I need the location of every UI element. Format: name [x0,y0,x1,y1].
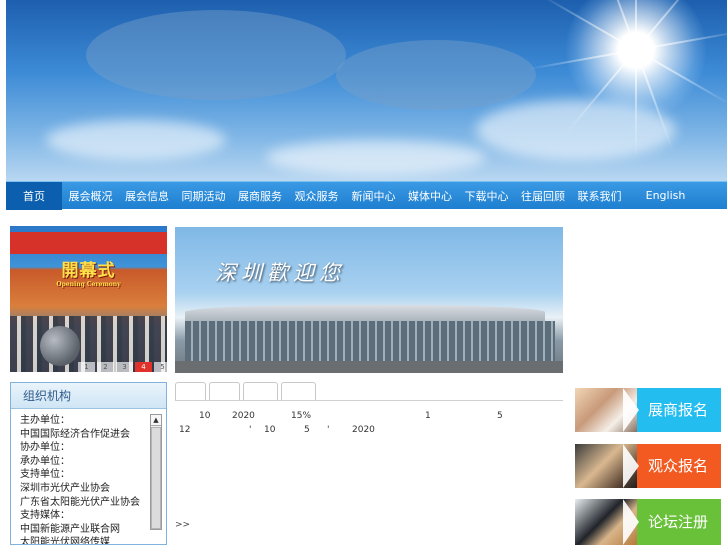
news-line-1: 10 2020 15% 1 5 [179,409,559,423]
nav-item-visitor-services[interactable]: 观众服务 [288,182,345,210]
slideshow-image[interactable]: 開幕式 Opening Ceremony [10,226,167,372]
organization-list: 主办单位： 中国国际经济合作促进会 协办单位： 承办单位： 支持单位： 深圳市光… [20,414,150,545]
map-landmass [336,40,536,110]
globe-sculpture [40,326,80,366]
news-value: 2020 [232,411,255,421]
more-link[interactable]: >> [175,520,190,530]
tab-divider [175,400,563,401]
nav-item-contact[interactable]: 联系我们 [571,182,628,210]
forum-register-button[interactable]: 论坛注册 [575,499,721,545]
list-item: 承办单位： [20,455,70,467]
news-value: ' [327,425,330,435]
nav-item-review[interactable]: 往届回顾 [515,182,571,210]
list-item: 协办单位： [20,442,70,454]
venue-facade [185,321,555,361]
cloud [266,140,486,175]
news-summary: 10 2020 15% 1 5 12 ' 10 5 ' 2020 [179,409,559,437]
exhibitor-register-label: 展商报名 [647,401,708,419]
news-value: 15% [291,411,312,421]
scroll-up-icon[interactable]: ▲ [151,415,161,426]
news-value: ' [249,425,252,435]
list-item: 主办单位： [20,415,70,426]
news-line-2: 12 ' 10 5 ' 2020 [179,423,559,437]
nav-item-home[interactable]: 首页 [6,181,62,210]
list-item: 中国新能源产业联合网 [20,523,120,535]
nav-item-events[interactable]: 同期活动 [175,182,232,210]
venue-ground [175,361,563,373]
list-item: 深圳市光伏产业协会 [20,482,110,494]
list-item: 支持单位： [20,469,70,481]
organization-scrollbar[interactable]: ▲ [150,414,162,530]
news-value: 5 [304,425,310,435]
nav-item-overview[interactable]: 展会概况 [62,182,119,210]
nav-item-exhibitor-services[interactable]: 展商服务 [232,182,288,210]
nav-item-downloads[interactable]: 下载中心 [458,182,515,210]
nav-item-media[interactable]: 媒体中心 [402,182,458,210]
visitor-register-label: 观众报名 [647,457,708,475]
news-value: 1 [425,411,431,421]
tab-notices[interactable] [281,382,316,400]
slide-dot-1[interactable]: 1 [78,362,95,372]
main-nav: 首页 展会概况 展会信息 同期活动 展商服务 观众服务 新闻中心 媒体中心 下载… [6,181,727,210]
visitor-register-button[interactable]: 观众报名 [575,444,721,488]
nav-item-news[interactable]: 新闻中心 [345,182,402,210]
tab-exhibitor-news[interactable] [243,382,278,400]
welcome-caption: 深圳歡迎您 [215,261,345,285]
forum-register-label: 论坛注册 [647,513,708,531]
list-item: 广东省太阳能光伏产业协会 [20,496,140,508]
news-value: 5 [497,411,503,421]
slideshow-subtitle: Opening Ceremony [56,281,121,288]
scroll-thumb[interactable] [151,427,161,529]
news-value: 2020 [352,425,375,435]
header-banner [6,0,727,181]
nav-item-info[interactable]: 展会信息 [119,182,175,210]
organization-panel: 组织机构 主办单位： 中国国际经济合作促进会 协办单位： 承办单位： 支持单位：… [10,382,167,545]
slide-dot-3[interactable]: 3 [116,362,133,372]
list-item: 支持媒体： [20,510,70,522]
news-value: 12 [179,425,191,435]
slide-dot-2[interactable]: 2 [97,362,114,372]
page: 首页 展会概况 展会信息 同期活动 展商服务 观众服务 新闻中心 媒体中心 下载… [0,0,727,545]
venue-image: 深圳歡迎您 [175,227,563,373]
slide-dot-5[interactable]: 5 [154,362,171,372]
slideshow-pager: 1 2 3 4 5 [78,362,171,372]
cloud [46,120,226,160]
list-item: 太阳能光伏网络传媒 [20,537,110,545]
news-value: 10 [199,411,211,421]
slideshow-title: 開幕式 Opening Ceremony [10,256,167,288]
slideshow-banner-strip [10,232,167,254]
news-tabs [175,382,316,400]
tab-exhibition-news[interactable] [175,382,206,400]
organization-title: 组织机构 [11,383,166,409]
map-landmass [86,10,346,100]
tab-industry-news[interactable] [209,382,240,400]
exhibitor-register-button[interactable]: 展商报名 [575,388,721,432]
list-item: 中国国际经济合作促进会 [20,428,130,440]
slide-dot-4[interactable]: 4 [135,362,152,372]
nav-item-english[interactable]: English [628,182,703,210]
news-value: 10 [264,425,276,435]
slideshow-title-text: 開幕式 [61,261,116,281]
